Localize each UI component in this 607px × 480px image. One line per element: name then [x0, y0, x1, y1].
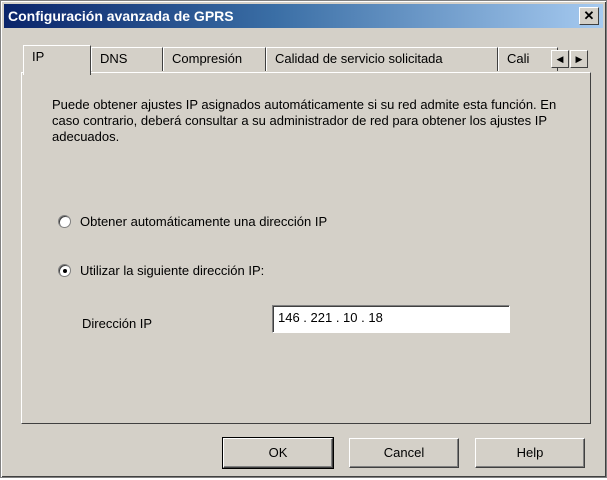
radio-obtain-auto-label: Obtener automáticamente una dirección IP: [80, 214, 328, 229]
tab-calidad-servicio[interactable]: Calidad de servicio solicitada: [266, 47, 498, 71]
window-title: Configuración avanzada de GPRS: [8, 8, 234, 24]
radio-use-following-label: Utilizar la siguiente dirección IP:: [80, 263, 265, 278]
ip-address-label: Dirección IP: [82, 316, 153, 331]
title-bar[interactable]: Configuración avanzada de GPRS ✕: [4, 4, 603, 28]
tab-bar: IP DNS Compresión Calidad de servicio so…: [23, 45, 591, 75]
ok-button[interactable]: OK: [222, 437, 334, 469]
close-button[interactable]: ✕: [579, 7, 599, 25]
ip-address-input[interactable]: 146 . 221 . 10 . 18: [272, 305, 510, 333]
cancel-button[interactable]: Cancel: [349, 438, 459, 468]
chevron-right-icon: ▶: [575, 54, 583, 64]
radio-button-manual[interactable]: [58, 264, 71, 277]
tab-calidad-servicio-label: Calidad de servicio solicitada: [275, 51, 443, 66]
dialog-window: Configuración avanzada de GPRS ✕ IP DNS …: [0, 0, 607, 478]
tab-ip[interactable]: IP: [23, 45, 91, 75]
ip-description: Puede obtener ajustes IP asignados autom…: [52, 97, 557, 144]
tab-ip-label: IP: [32, 49, 45, 64]
radio-selected-dot: [63, 269, 67, 273]
tab-cali-truncated-label: Cali: [507, 51, 530, 66]
close-icon: ✕: [583, 8, 595, 23]
tab-scroll-left-button[interactable]: ◀: [551, 50, 569, 68]
tab-scroll-right-button[interactable]: ▶: [570, 50, 588, 68]
tab-dns[interactable]: DNS: [91, 47, 163, 71]
ip-tab-panel: Puede obtener ajustes IP asignados autom…: [21, 72, 591, 424]
tab-compresion[interactable]: Compresión: [163, 47, 266, 71]
tab-cali-truncated[interactable]: Cali: [498, 47, 558, 71]
help-button[interactable]: Help: [475, 438, 585, 468]
tab-compresion-label: Compresión: [172, 51, 243, 66]
chevron-left-icon: ◀: [556, 54, 564, 64]
tab-dns-label: DNS: [100, 51, 128, 66]
radio-button-auto[interactable]: [58, 215, 71, 228]
